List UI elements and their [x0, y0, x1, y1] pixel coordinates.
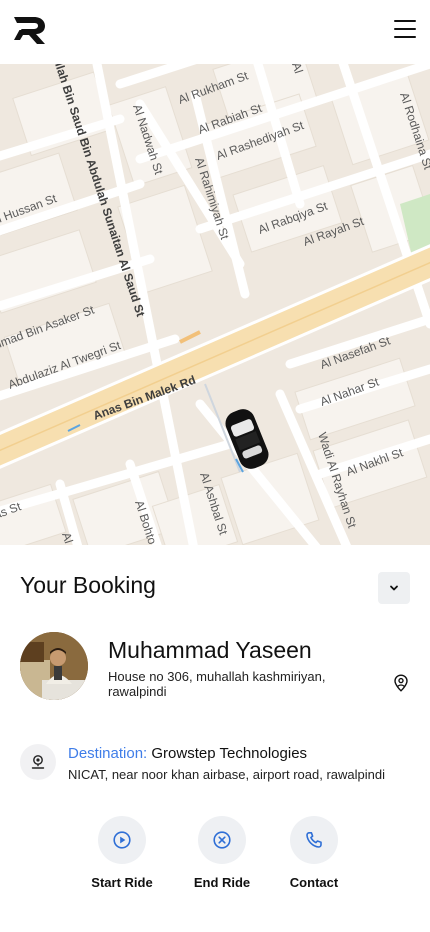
r-logo-icon[interactable] — [12, 14, 48, 46]
destination-address: NICAT, near noor khan airbase, airport r… — [68, 767, 385, 782]
destination-name: Growstep Technologies — [151, 745, 308, 762]
destination-heading: Destination: Growstep Technologies — [68, 745, 307, 762]
page-title: Your Booking — [20, 572, 156, 598]
cancel-icon — [213, 831, 231, 849]
avatar — [20, 632, 88, 700]
start-ride-label: Start Ride — [91, 875, 153, 890]
rider-name: Muhammad Yaseen — [108, 637, 312, 663]
map-canvas: Al Rukham St Al Rabiah St Al Rashediyah … — [0, 64, 430, 545]
location-pin-icon[interactable] — [393, 674, 409, 692]
map-view[interactable]: Al Rukham St Al Rabiah St Al Rashediyah … — [0, 64, 430, 545]
play-icon — [113, 831, 131, 849]
collapse-button[interactable] — [378, 572, 410, 604]
rider-address: House no 306, muhallah kashmiriyan, rawa… — [108, 669, 326, 699]
contact-label: Contact — [289, 875, 339, 890]
hamburger-menu-icon[interactable] — [394, 20, 416, 38]
destination-label: Destination: — [68, 745, 148, 762]
contact-button[interactable]: Contact — [264, 816, 364, 890]
start-ride-button[interactable]: Start Ride — [72, 816, 172, 890]
app-header — [0, 0, 430, 64]
end-ride-button[interactable]: End Ride — [172, 816, 272, 890]
destination-pin-icon — [20, 744, 56, 780]
chevron-down-icon — [390, 585, 398, 591]
booking-sheet: Your Booking Muhammad Yaseen House no 30… — [0, 545, 430, 932]
end-ride-label: End Ride — [193, 875, 251, 890]
phone-icon — [306, 832, 322, 848]
